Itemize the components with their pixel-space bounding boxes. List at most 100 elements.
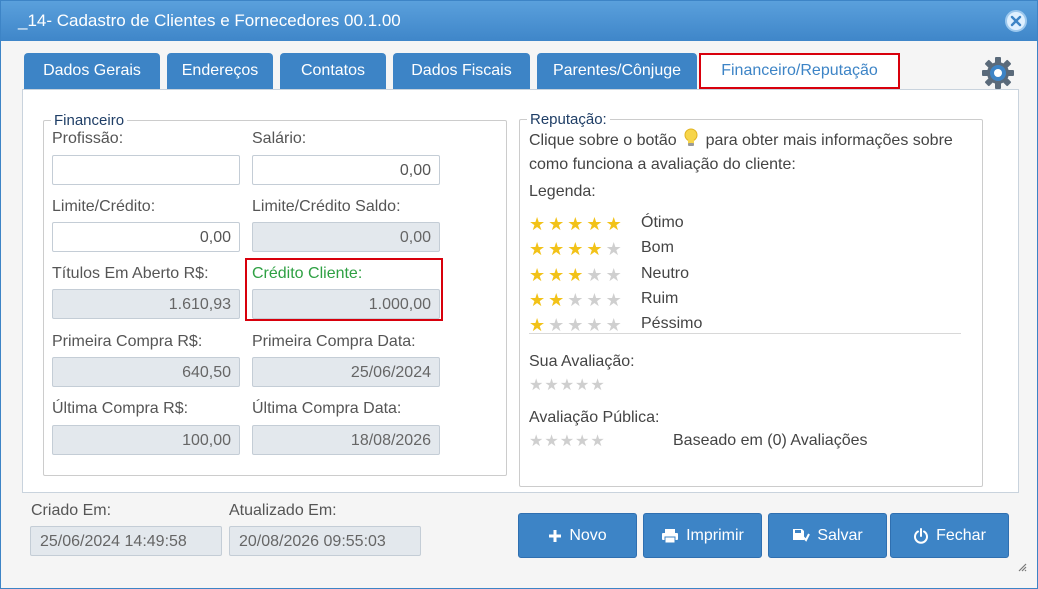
star-empty-icon[interactable]: ★: [544, 377, 558, 395]
star-icon: ★: [605, 214, 622, 234]
rating-label-bom: Bom: [641, 239, 674, 256]
limite-credito-saldo-label: Limite/Crédito Saldo:: [252, 198, 401, 215]
tab-enderecos[interactable]: Endereços: [167, 53, 273, 89]
star-icon: ★: [529, 265, 546, 285]
plus-icon: [549, 529, 562, 542]
star-empty-icon: ★: [605, 315, 622, 335]
tab-parentes-conjuge[interactable]: Parentes/Cônjuge: [537, 53, 697, 89]
legenda-label: Legenda:: [529, 183, 596, 200]
primeira-compra-label: Primeira Compra R$:: [52, 333, 203, 350]
rating-label-pessimo: Péssimo: [641, 315, 703, 332]
imprimir-button-label: Imprimir: [686, 526, 744, 544]
close-icon: [1010, 15, 1022, 27]
salario-input[interactable]: 0,00: [252, 155, 440, 185]
power-icon: [914, 527, 929, 544]
primeira-compra-data-label: Primeira Compra Data:: [252, 333, 416, 350]
credito-cliente-highlight: [245, 258, 443, 321]
star-empty-icon: ★: [586, 315, 603, 335]
imprimir-button[interactable]: Imprimir: [643, 513, 762, 558]
star-empty-icon[interactable]: ★: [560, 377, 574, 395]
rating-row-otimo-stars: ★ ★ ★ ★ ★: [529, 215, 625, 233]
fechar-button-label: Fechar: [936, 526, 986, 544]
rating-label-neutro: Neutro: [641, 265, 690, 282]
star-empty-icon: ★: [548, 315, 565, 335]
novo-button-label: Novo: [569, 526, 607, 544]
reputacao-intro-line2: como funciona a avaliação do cliente:: [529, 156, 796, 173]
avaliacao-publica-count: Baseado em (0) Avaliações: [673, 432, 868, 449]
star-icon: ★: [567, 214, 584, 234]
rating-label-ruim: Ruim: [641, 290, 679, 307]
atualizado-em-label: Atualizado Em:: [229, 502, 337, 519]
save-icon: [793, 528, 811, 542]
fechar-button[interactable]: Fechar: [890, 513, 1009, 558]
rating-row-pessimo-stars: ★ ★ ★ ★ ★: [529, 316, 625, 334]
star-icon: ★: [548, 214, 565, 234]
rating-label-otimo: Ótimo: [641, 214, 684, 231]
star-empty-icon[interactable]: ★: [590, 377, 604, 395]
star-icon: ★: [529, 290, 546, 310]
star-empty-icon: ★: [575, 433, 590, 450]
star-empty-icon: ★: [559, 433, 575, 450]
settings-gear-button[interactable]: [980, 55, 1016, 91]
star-empty-icon[interactable]: ★: [575, 377, 589, 395]
avaliacao-publica-stars: ★ ★ ★ ★ ★: [529, 433, 606, 451]
tab-financeiro-reputacao[interactable]: Financeiro/Reputação: [699, 53, 900, 89]
star-empty-icon: ★: [586, 265, 603, 285]
avaliacao-publica-label: Avaliação Pública:: [529, 409, 660, 426]
info-bulb-button[interactable]: [683, 128, 699, 154]
star-empty-icon: ★: [586, 290, 603, 310]
resize-grip-icon: [1018, 563, 1027, 572]
ultima-compra-label: Última Compra R$:: [52, 400, 189, 417]
atualizado-em-field: 20/08/2026 09:55:03: [229, 526, 421, 556]
sua-avaliacao-stars[interactable]: ★ ★ ★ ★ ★: [529, 377, 606, 395]
star-icon: ★: [567, 239, 584, 259]
reputacao-intro-before: Clique sobre o botão: [529, 132, 677, 149]
limite-credito-label: Limite/Crédito:: [52, 198, 156, 215]
lightbulb-icon: [684, 128, 698, 146]
window-title: _14- Cadastro de Clientes e Fornecedores…: [18, 11, 401, 30]
rating-row-bom-stars: ★ ★ ★ ★ ★: [529, 240, 625, 258]
criado-em-label: Criado Em:: [31, 502, 112, 519]
profissao-input[interactable]: [52, 155, 240, 185]
limite-credito-saldo-field: 0,00: [252, 222, 440, 252]
star-icon: ★: [529, 214, 546, 234]
reputacao-legend: Reputação:: [530, 111, 607, 128]
star-icon: ★: [548, 239, 565, 259]
star-empty-icon: ★: [605, 239, 622, 259]
star-icon: ★: [529, 239, 546, 259]
salario-label: Salário:: [252, 130, 307, 147]
printer-icon: [662, 528, 679, 543]
criado-em-field: 25/06/2024 14:49:58: [30, 526, 222, 556]
gear-icon: [982, 57, 1014, 89]
star-empty-icon: ★: [590, 433, 605, 450]
tab-dados-fiscais[interactable]: Dados Fiscais: [393, 53, 530, 89]
star-icon: ★: [548, 290, 565, 310]
star-icon: ★: [529, 315, 546, 335]
ultima-compra-data-field: 18/08/2026: [252, 425, 440, 455]
reputacao-intro-after: para obter mais informações sobre: [705, 132, 953, 149]
primeira-compra-field: 640,50: [52, 357, 240, 387]
salvar-button-label: Salvar: [817, 526, 863, 544]
star-icon: ★: [548, 265, 565, 285]
sua-avaliacao-label: Sua Avaliação:: [529, 353, 635, 370]
primeira-compra-data-field: 25/06/2024: [252, 357, 440, 387]
star-empty-icon: ★: [544, 433, 559, 450]
star-icon: ★: [567, 265, 584, 285]
rating-row-ruim-stars: ★ ★ ★ ★ ★: [529, 291, 625, 309]
profissao-label: Profissão:: [52, 130, 124, 147]
tab-contatos[interactable]: Contatos: [280, 53, 386, 89]
star-empty-icon[interactable]: ★: [529, 377, 543, 395]
reputacao-intro: Clique sobre o botão para obter mais inf…: [529, 128, 979, 175]
titulos-aberto-field: 1.610,93: [52, 289, 240, 319]
titulos-aberto-label: Títulos Em Aberto R$:: [52, 265, 209, 282]
divider: [529, 333, 961, 334]
star-empty-icon: ★: [605, 265, 622, 285]
financeiro-legend: Financeiro: [54, 112, 125, 129]
limite-credito-input[interactable]: 0,00: [52, 222, 240, 252]
ultima-compra-field: 100,00: [52, 425, 240, 455]
resize-handle[interactable]: [1017, 559, 1027, 576]
tab-dados-gerais[interactable]: Dados Gerais: [24, 53, 160, 89]
close-window-button[interactable]: [1005, 10, 1027, 32]
salvar-button[interactable]: Salvar: [768, 513, 887, 558]
novo-button[interactable]: Novo: [518, 513, 637, 558]
